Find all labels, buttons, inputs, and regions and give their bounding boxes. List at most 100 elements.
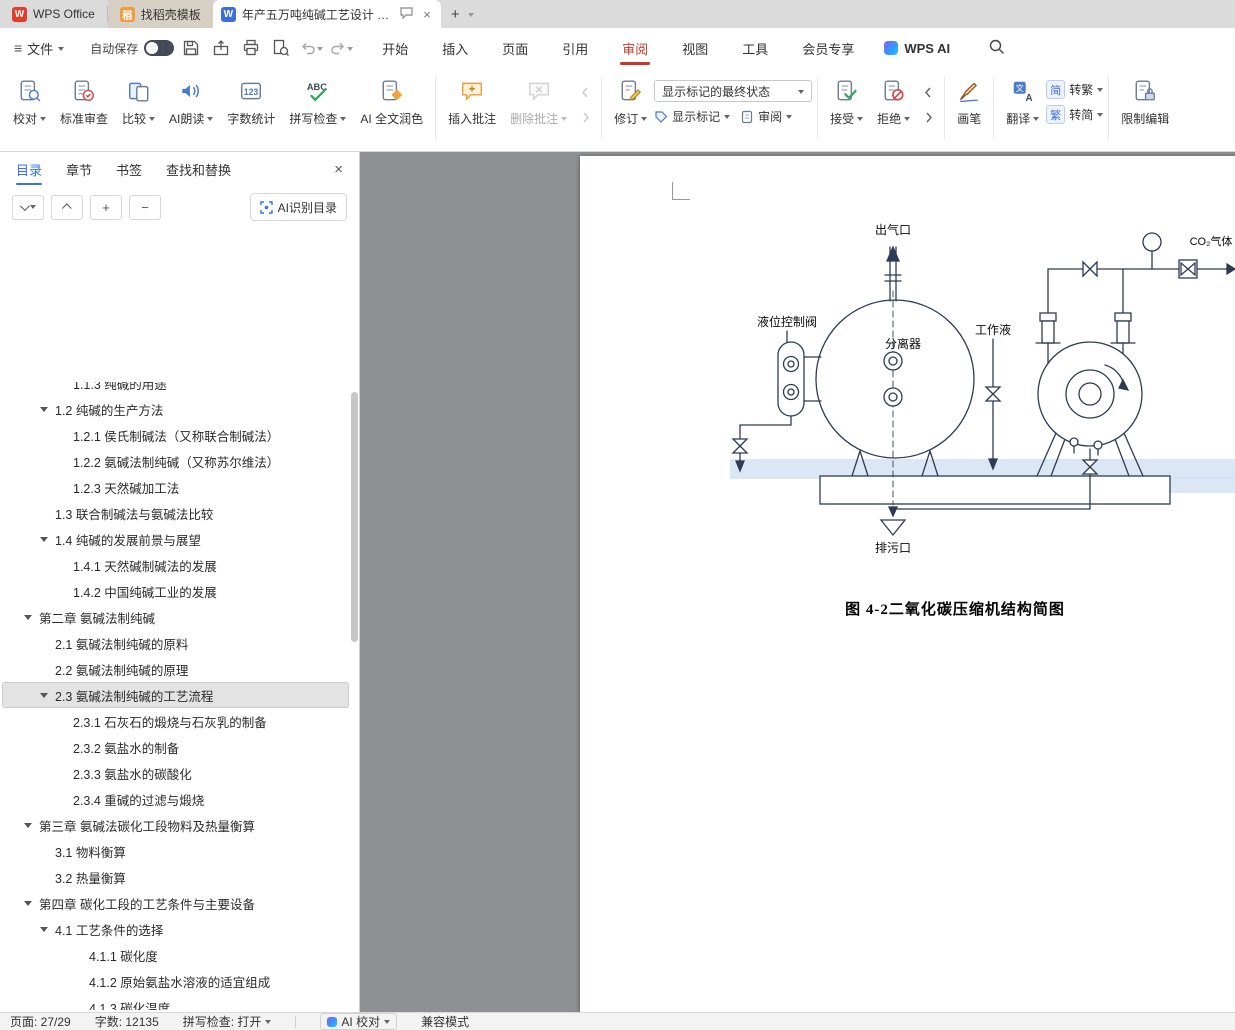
tab-template-store[interactable]: 稻 找稻壳模板 <box>107 0 213 28</box>
compatibility-mode-indicator[interactable]: 兼容模式 <box>421 1013 469 1030</box>
wps-ai-button[interactable]: WPS AI <box>884 41 950 56</box>
toc-item[interactable]: 1.2.1 侯氏制碱法（又称联合制碱法） <box>2 422 349 448</box>
ai-recognize-toc-button[interactable]: AI识别目录 <box>249 193 347 221</box>
previous-change-button[interactable] <box>917 82 939 102</box>
reject-button[interactable]: 拒绝 <box>870 73 917 145</box>
expand-arrow-icon[interactable] <box>40 927 48 932</box>
insert-comment-button[interactable]: 插入批注 <box>441 73 503 145</box>
ai-proofread-button[interactable]: AI 校对 <box>320 1013 398 1030</box>
tab-reference[interactable]: 引用 <box>562 28 588 68</box>
toc-item[interactable]: 1.3 联合制碱法与氨碱法比较 <box>2 500 349 526</box>
sidebar-tab-chapters[interactable]: 章节 <box>66 152 92 186</box>
tab-tools[interactable]: 工具 <box>742 28 768 68</box>
close-sidebar-icon[interactable]: × <box>334 161 343 178</box>
reviewers-button[interactable]: 审阅 <box>740 108 793 125</box>
delete-comment-button[interactable]: 删除批注 <box>503 73 574 145</box>
standard-review-button[interactable]: 标准审查 <box>53 73 115 145</box>
toc-item[interactable]: 1.4.2 中国纯碱工业的发展 <box>2 578 349 604</box>
expand-arrow-icon[interactable] <box>24 901 32 906</box>
zoom-out-outline-button[interactable]: − <box>129 194 161 220</box>
zoom-in-outline-button[interactable]: + <box>90 194 122 220</box>
toc-item[interactable]: 2.3.1 石灰石的煅烧与石灰乳的制备 <box>2 708 349 734</box>
toc-item[interactable]: 2.3.2 氨盐水的制备 <box>2 734 349 760</box>
toc-item[interactable]: 1.4 纯碱的发展前景与展望 <box>2 526 349 552</box>
toc-item-selected[interactable]: 2.3 氨碱法制纯碱的工艺流程 <box>2 682 349 708</box>
export-button[interactable] <box>208 35 234 61</box>
word-count-button[interactable]: 123 字数统计 <box>220 73 282 145</box>
toc-item[interactable]: 2.3.3 氨盐水的碳酸化 <box>2 760 349 786</box>
redo-chevron-icon[interactable] <box>347 46 354 54</box>
toc-item[interactable]: 第四章 碳化工段的工艺条件与主要设备 <box>2 890 349 916</box>
tab-insert[interactable]: 插入 <box>442 28 468 68</box>
comment-bubble-icon[interactable] <box>398 7 415 21</box>
toc-item[interactable]: 2.3.4 重碱的过滤与煅烧 <box>2 786 349 812</box>
document-area[interactable]: 出气口 CO₂气体 液位控制阀 分离器 工作液 排污口 图 4-2二氧化碳压缩机… <box>360 152 1235 1012</box>
accept-button[interactable]: 接受 <box>823 73 870 145</box>
file-menu-button[interactable]: ≡ 文件 <box>0 39 74 58</box>
toc-item[interactable]: 4.1.2 原始氨盐水溶液的适宜组成 <box>2 968 349 994</box>
expand-arrow-icon[interactable] <box>40 407 48 412</box>
save-button[interactable] <box>178 35 204 61</box>
toc-item[interactable]: 4.1.3 碳化温度 <box>2 994 349 1011</box>
next-change-button[interactable] <box>917 107 939 127</box>
new-tab-button[interactable]: + <box>441 0 484 28</box>
next-comment-button[interactable] <box>574 107 596 127</box>
toc-item[interactable]: 1.2.3 天然碱加工法 <box>2 474 349 500</box>
tab-list-chevron-icon[interactable] <box>467 12 474 20</box>
toc-item[interactable]: 第三章 氨碱法碳化工段物料及热量衡算 <box>2 812 349 838</box>
compare-button[interactable]: 比较 <box>115 73 162 145</box>
search-button[interactable] <box>988 38 1005 58</box>
tab-view[interactable]: 视图 <box>682 28 708 68</box>
ai-polish-button[interactable]: AI 全文润色 <box>353 73 430 145</box>
translate-button[interactable]: 文 A 翻译 <box>999 73 1046 145</box>
toc-item[interactable]: 4.1 工艺条件的选择 <box>2 916 349 942</box>
close-tab-icon[interactable]: × <box>421 8 433 21</box>
proofread-button[interactable]: 校对 <box>6 73 53 145</box>
print-preview-button[interactable] <box>268 35 294 61</box>
toc-item[interactable]: 3.1 物料衡算 <box>2 838 349 864</box>
toc-item[interactable]: 1.1.3 纯碱的用途 <box>2 382 349 396</box>
previous-comment-button[interactable] <box>574 82 596 102</box>
expand-arrow-icon[interactable] <box>24 615 32 620</box>
toc-item[interactable]: 1.4.1 天然碱制碱法的发展 <box>2 552 349 578</box>
sidebar-scrollbar-thumb[interactable] <box>351 392 358 642</box>
undo-chevron-icon[interactable] <box>317 46 324 54</box>
toc-item[interactable]: 第二章 氨碱法制纯碱 <box>2 604 349 630</box>
tab-wps-home[interactable]: W WPS Office <box>0 0 107 28</box>
autosave-toggle[interactable] <box>144 40 175 56</box>
tab-membership[interactable]: 会员专享 <box>802 28 854 68</box>
undo-button[interactable] <box>298 35 324 61</box>
spell-check-button[interactable]: ABC 拼写检查 <box>282 73 353 145</box>
toc-item[interactable]: 1.2 纯碱的生产方法 <box>2 396 349 422</box>
ink-button[interactable]: 画笔 <box>950 73 988 145</box>
word-count-indicator[interactable]: 字数: 12135 <box>95 1013 159 1030</box>
toc-item[interactable]: 1.2.2 氨碱法制纯碱（又称苏尔维法） <box>2 448 349 474</box>
toc-item[interactable]: 2.2 氨碱法制纯碱的原理 <box>2 656 349 682</box>
sidebar-tab-find-replace[interactable]: 查找和替换 <box>166 152 231 186</box>
toc-item[interactable]: 2.1 氨碱法制纯碱的原料 <box>2 630 349 656</box>
tab-home[interactable]: 开始 <box>382 28 408 68</box>
spellcheck-indicator[interactable]: 拼写检查: 打开 <box>183 1013 272 1030</box>
page-indicator[interactable]: 页面: 27/29 <box>10 1013 71 1030</box>
expand-arrow-icon[interactable] <box>40 693 48 698</box>
track-changes-button[interactable]: 修订 <box>607 73 654 145</box>
show-markup-button[interactable]: 显示标记 <box>654 108 731 125</box>
expand-all-button[interactable] <box>12 194 44 220</box>
redo-button[interactable] <box>328 35 354 61</box>
sidebar-tab-bookmarks[interactable]: 书签 <box>116 152 142 186</box>
tab-review[interactable]: 审阅 <box>622 28 648 68</box>
collapse-all-button[interactable] <box>51 194 83 220</box>
expand-arrow-icon[interactable] <box>40 537 48 542</box>
ai-read-button[interactable]: AI朗读 <box>162 73 220 145</box>
tab-current-document[interactable]: W 年产五万吨纯碱工艺设计 计算 × <box>212 0 441 28</box>
to-simplified-button[interactable]: 繁 转简 <box>1046 105 1104 124</box>
document-page[interactable]: 出气口 CO₂气体 液位控制阀 分离器 工作液 排污口 图 4-2二氧化碳压缩机… <box>580 156 1235 1012</box>
markup-state-dropdown[interactable]: 显示标记的最终状态 <box>654 80 813 102</box>
tab-page[interactable]: 页面 <box>502 28 528 68</box>
toc-item[interactable]: 3.2 热量衡算 <box>2 864 349 890</box>
restrict-edit-button[interactable]: 限制编辑 <box>1114 73 1176 145</box>
expand-arrow-icon[interactable] <box>24 823 32 828</box>
toc-item[interactable]: 4.1.1 碳化度 <box>2 942 349 968</box>
print-button[interactable] <box>238 35 264 61</box>
to-traditional-button[interactable]: 简 转繁 <box>1046 80 1104 99</box>
